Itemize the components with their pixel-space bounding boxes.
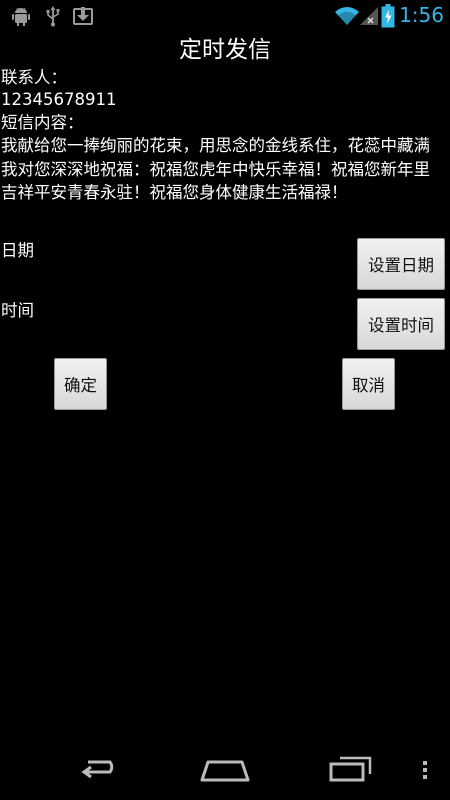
time-label: 时间: [1, 301, 34, 320]
message-body: 我献给您一捧绚丽的花束，用思念的金线系住，花蕊中藏满我对您深深地祝福：祝福您虎年…: [1, 136, 430, 202]
page-title: 定时发信: [179, 37, 271, 63]
message-label: 短信内容：: [1, 113, 84, 132]
set-time-button[interactable]: 设置时间: [357, 298, 445, 350]
home-icon[interactable]: [198, 750, 252, 790]
contact-number: 12345678911: [1, 90, 117, 109]
navigation-bar: [0, 740, 450, 800]
clock: 1:56: [399, 3, 444, 27]
contact-label: 联系人：: [1, 68, 67, 87]
download-icon: [73, 7, 93, 25]
wifi-icon: [335, 7, 359, 25]
set-date-button[interactable]: 设置日期: [357, 238, 445, 290]
android-debug-icon: [12, 7, 30, 26]
cancel-button[interactable]: 取消: [342, 358, 395, 410]
confirm-button[interactable]: 确定: [54, 358, 107, 410]
usb-icon: [46, 6, 60, 27]
menu-icon[interactable]: [418, 750, 432, 790]
battery-icon: [381, 4, 395, 28]
recent-apps-icon[interactable]: [326, 750, 376, 790]
signal-icon: [360, 7, 378, 25]
date-label: 日期: [1, 241, 34, 260]
back-icon[interactable]: [74, 750, 126, 790]
status-bar: 1:56: [0, 0, 450, 33]
